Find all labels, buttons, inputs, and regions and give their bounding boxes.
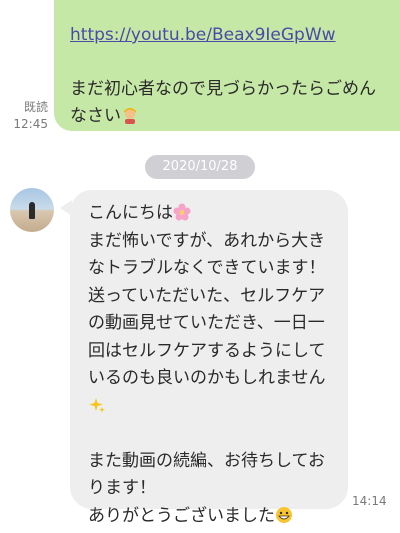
- received-message-bubble[interactable]: こんにちは まだ怖いですが、あれから大きなトラブルなくできています！送っていただ…: [70, 190, 348, 526]
- sent-message-text: まだ初心者なので見づらかったらごめんなさい: [70, 79, 376, 126]
- sent-time: 12:45: [13, 117, 48, 131]
- sent-message-bubble[interactable]: https://youtu.be/Beax9IeGpWw まだ初心者なので見づら…: [54, 0, 400, 131]
- date-separator: 2020/10/28: [145, 155, 255, 179]
- received-greeting: こんにちは: [88, 203, 173, 223]
- sparkles-emoji-icon: [88, 396, 106, 414]
- grinning-face-emoji-icon: [275, 506, 293, 524]
- read-receipt: 既読 12:45: [6, 99, 48, 133]
- read-label: 既読: [23, 100, 48, 114]
- received-message-text-3: ありがとうございました: [88, 505, 275, 526]
- cherry-blossom-emoji-icon: [173, 203, 191, 221]
- avatar-figure: [29, 202, 35, 219]
- bowing-person-emoji-icon: [121, 106, 139, 124]
- avatar[interactable]: [10, 188, 54, 232]
- received-time: 14:14: [352, 494, 387, 508]
- youtube-link[interactable]: https://youtu.be/Beax9IeGpWw: [70, 22, 384, 49]
- received-message-text-1: まだ怖いですが、あれから大きなトラブルなくできています！送っていただいた、セルフ…: [88, 230, 326, 389]
- received-message-text-2: また動画の続編、お待ちしております！: [88, 450, 325, 499]
